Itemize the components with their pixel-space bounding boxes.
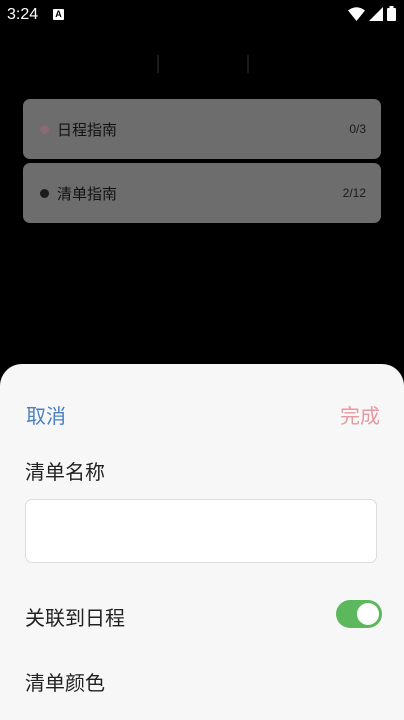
list-color-dot	[40, 189, 49, 198]
title-mark	[247, 55, 249, 73]
list-name-label: 清单名称	[25, 460, 105, 484]
cell-signal-icon	[369, 6, 383, 25]
toggle-knob	[357, 603, 379, 625]
list-item-checklist-guide[interactable]: 清单指南 2/12	[23, 163, 381, 223]
link-schedule-toggle[interactable]	[336, 600, 382, 628]
title-mark	[157, 55, 159, 73]
done-button[interactable]: 完成	[340, 400, 380, 429]
list-item-label: 日程指南	[57, 121, 118, 139]
cancel-button[interactable]: 取消	[26, 400, 66, 429]
battery-icon	[387, 5, 396, 25]
status-time: 3:24	[7, 6, 39, 23]
list-color-dot	[40, 125, 49, 134]
wifi-icon	[348, 6, 365, 25]
list-item-schedule-guide[interactable]: 日程指南 0/3	[23, 99, 381, 159]
new-list-sheet: 取消 完成 清单名称 关联到日程 清单颜色	[0, 364, 404, 720]
status-bar: 3:24 A	[0, 0, 404, 32]
list-color-label: 清单颜色	[25, 671, 105, 695]
list-name-input[interactable]	[25, 499, 377, 563]
status-icons	[348, 5, 396, 25]
screen: 3:24 A 日程指南 0/3 清单指南 2/12 取消 完成 清单名称 关联到…	[0, 0, 404, 720]
a-badge-icon: A	[53, 9, 64, 20]
list-item-count: 2/12	[342, 186, 366, 200]
list-item-label: 清单指南	[57, 185, 118, 203]
link-schedule-label: 关联到日程	[25, 606, 125, 630]
list-item-count: 0/3	[349, 122, 366, 136]
